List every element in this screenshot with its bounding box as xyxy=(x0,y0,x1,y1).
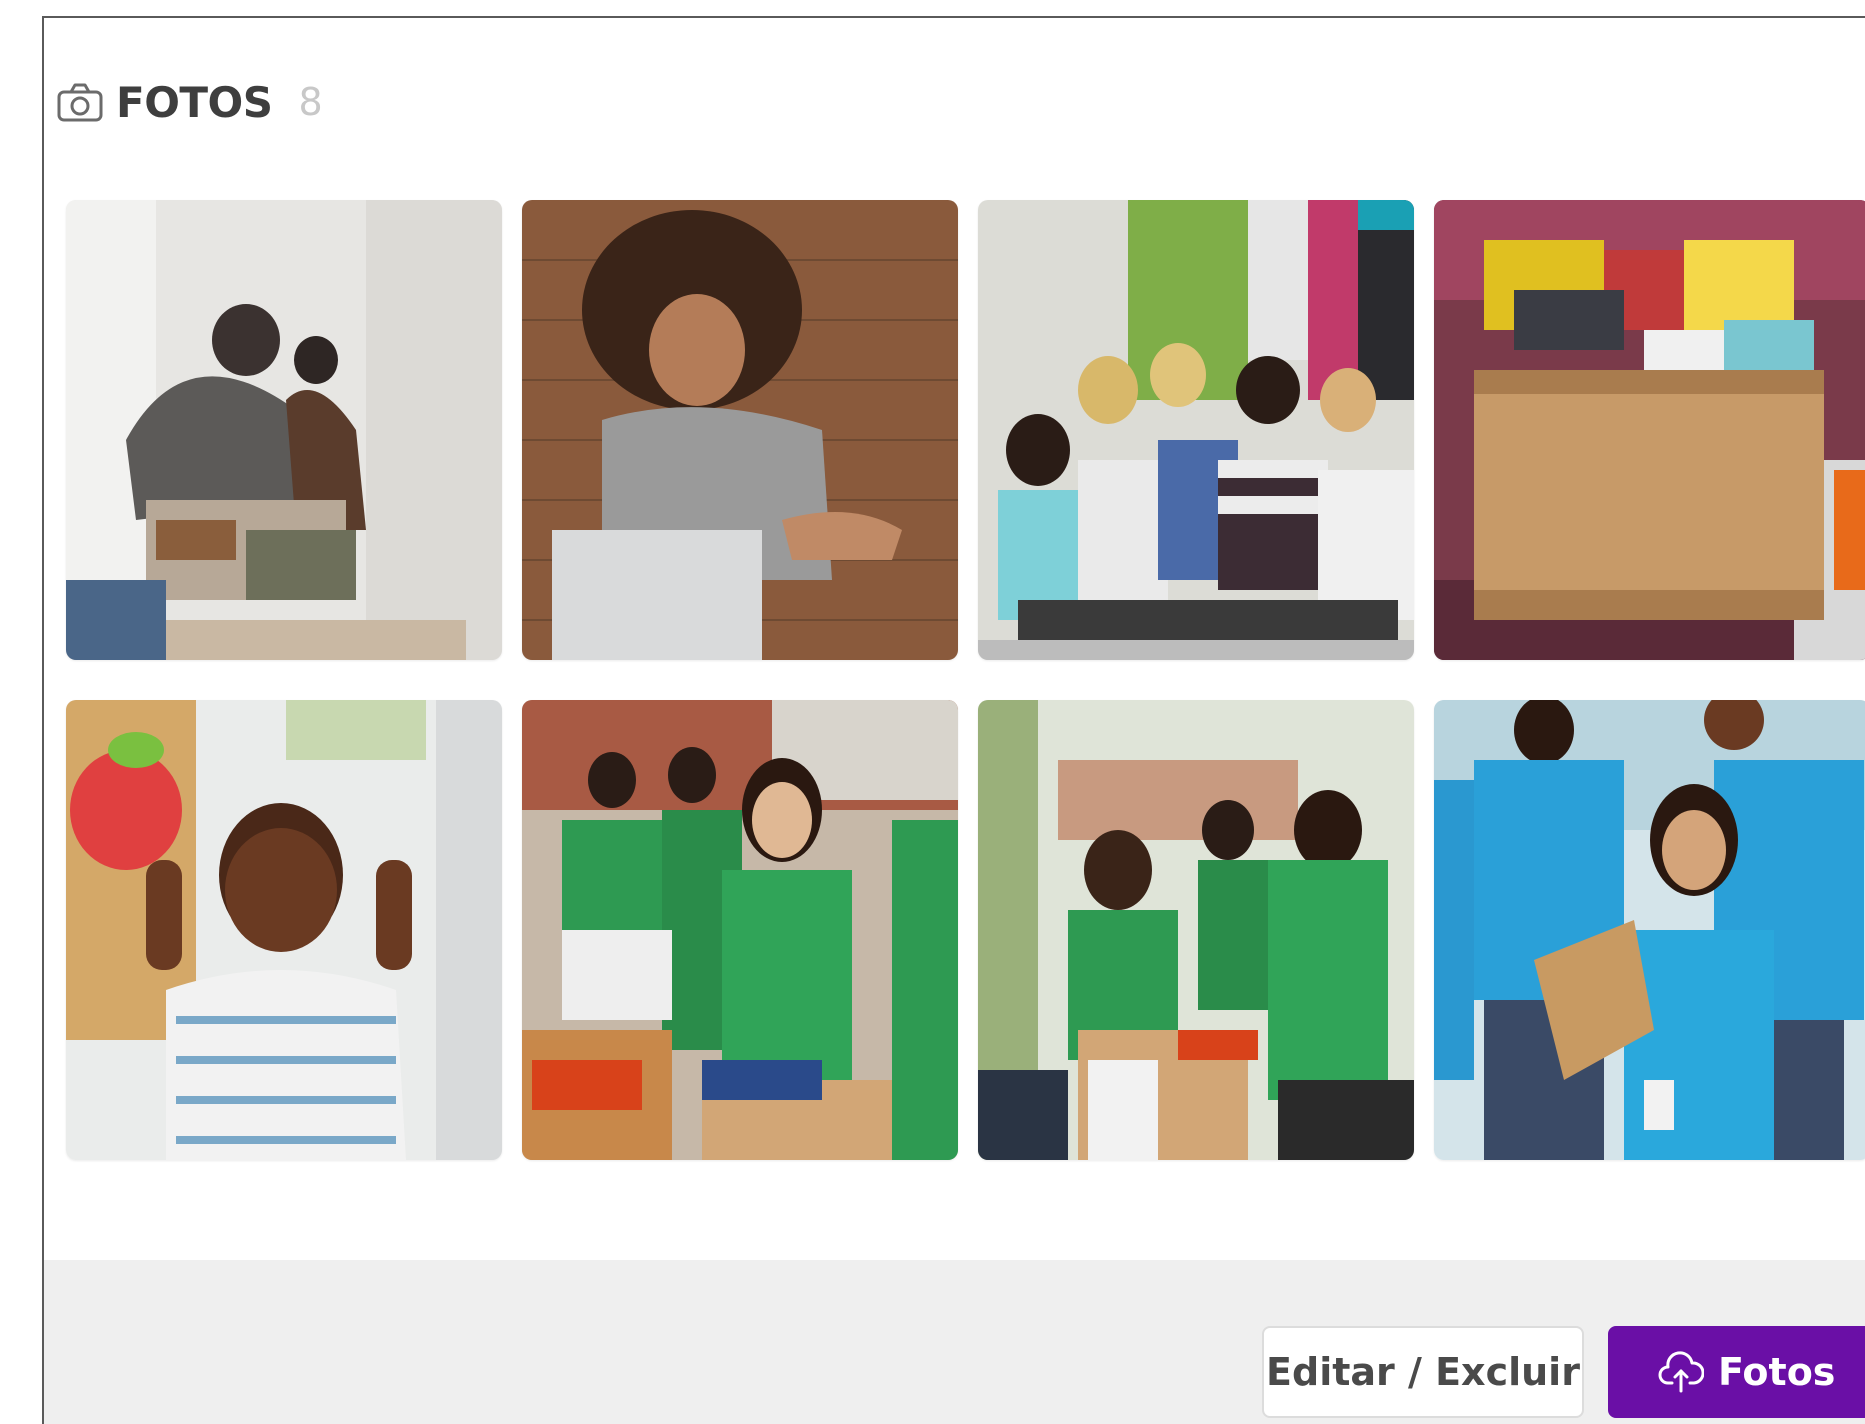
photo-children-classroom[interactable] xyxy=(978,200,1414,660)
photo-child-thumbs-up[interactable] xyxy=(66,700,502,1160)
photos-footer: Editar / Excluir Fotos xyxy=(44,1260,1865,1424)
photo-volunteers-packing-boxes[interactable] xyxy=(978,700,1414,1160)
photo-grid xyxy=(44,18,1865,1424)
photo-child-sitting-wall[interactable] xyxy=(522,200,958,660)
upload-photos-label: Fotos xyxy=(1718,1350,1836,1394)
photo-donation-box-supplies[interactable] xyxy=(1434,200,1865,660)
edit-delete-label: Editar / Excluir xyxy=(1266,1350,1580,1394)
cloud-upload-icon xyxy=(1658,1349,1704,1395)
photo-volunteers-blue-shirts[interactable] xyxy=(1434,700,1865,1160)
photo-family-sorting-clothes[interactable] xyxy=(66,200,502,660)
photos-panel: FOTOS 8 Editar / Excluir Fotos xyxy=(42,16,1865,1424)
photo-volunteers-green-shirts[interactable] xyxy=(522,700,958,1160)
upload-photos-button[interactable]: Fotos xyxy=(1608,1326,1865,1418)
edit-delete-button[interactable]: Editar / Excluir xyxy=(1262,1326,1584,1418)
